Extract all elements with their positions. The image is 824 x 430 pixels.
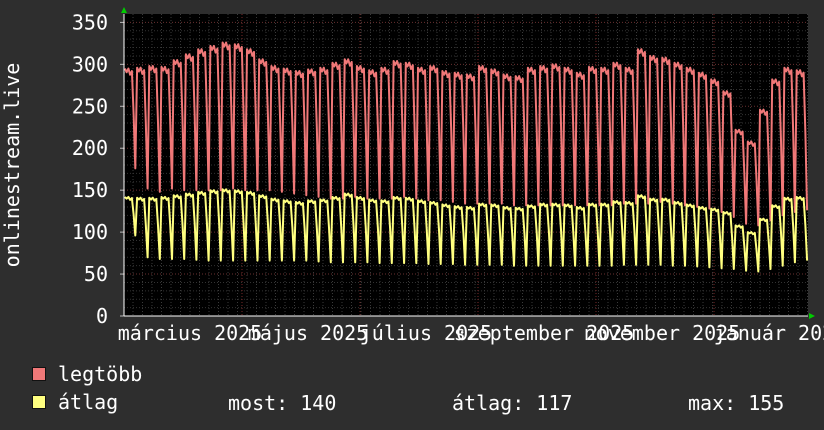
x-tick-label: január 2026 xyxy=(714,321,824,345)
legend-label-legtobb: legtöbb xyxy=(58,362,143,386)
stat-current: most: 140 xyxy=(228,391,337,415)
chart-root: 0 50 100 150 200 250 300 350 március 2025 május 2… xyxy=(0,0,824,430)
stat-average: átlag: 117 xyxy=(452,391,573,415)
y-tick-label: 300 xyxy=(72,52,108,76)
y-tick-label: 350 xyxy=(72,10,108,34)
legend-swatch-atlag xyxy=(32,395,46,409)
legend-item-legtobb: legtöbb xyxy=(32,362,142,386)
legend-item-atlag: átlag xyxy=(32,390,118,414)
x-axis-arrow xyxy=(809,313,815,319)
y-tick-label: 100 xyxy=(72,220,108,244)
x-tick-label: március 2025 xyxy=(118,321,263,345)
y-tick-label: 250 xyxy=(72,94,108,118)
y-tick-label: 50 xyxy=(84,262,108,286)
stat-maximum: max: 155 xyxy=(688,391,785,415)
y-tick-label: 200 xyxy=(72,136,108,160)
y-axis-title: onlinestream.live xyxy=(0,63,24,268)
legend-label-atlag: átlag xyxy=(58,390,119,414)
y-tick-label: 0 xyxy=(96,304,108,328)
x-tick-label: május 2025 xyxy=(248,321,368,345)
y-axis-arrow xyxy=(121,7,127,13)
legend-swatch-legtobb xyxy=(32,367,46,381)
y-tick-label: 150 xyxy=(72,178,108,202)
